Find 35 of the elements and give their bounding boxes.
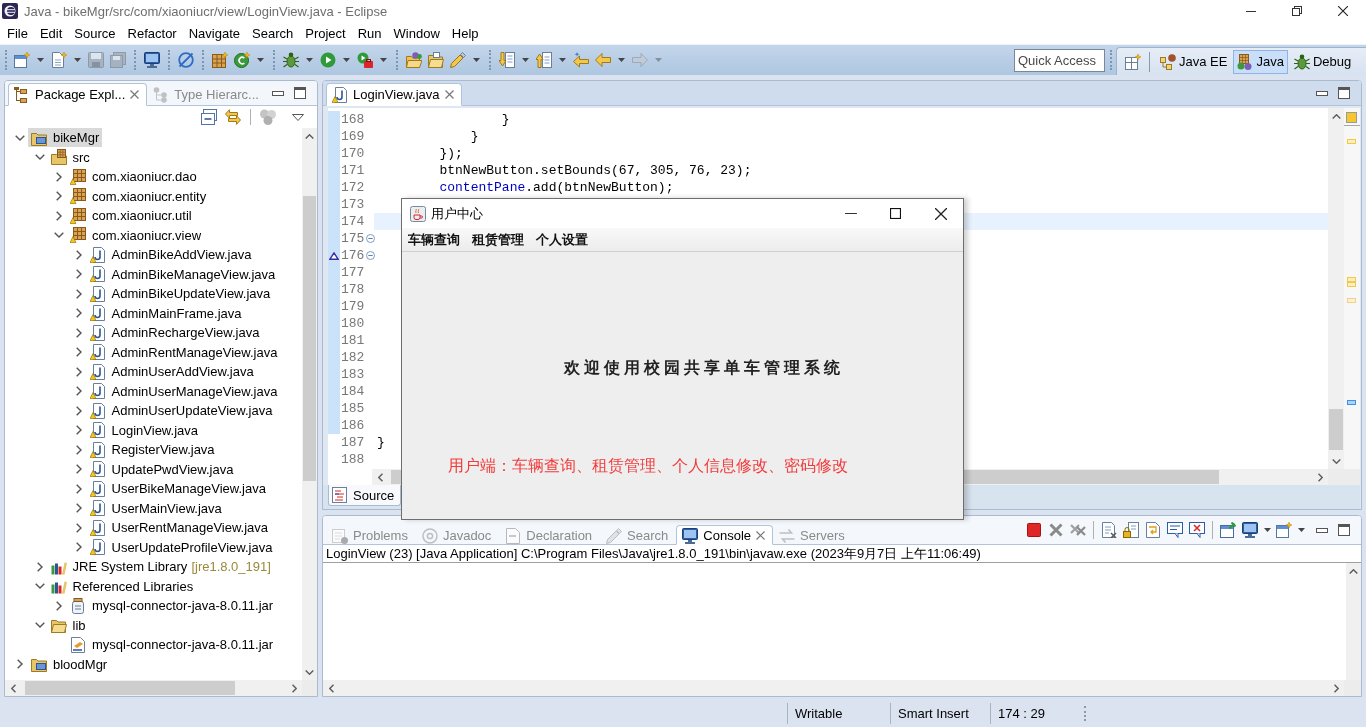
- line-number: 188: [340, 451, 366, 468]
- line-number: 187: [340, 434, 366, 451]
- line-number: 182: [340, 349, 366, 366]
- line-number: 176: [340, 247, 366, 264]
- code-line: contentPane.add(btnNewButton);: [439, 180, 674, 195]
- line-number: 170: [340, 145, 366, 162]
- dialog-title: 用户中心: [431, 204, 483, 223]
- window-title: Java - bikeMgr/src/com/xiaoniucr/view/LoginView.java - Eclipse: [24, 3, 388, 19]
- line-number: 175: [340, 230, 366, 247]
- line-number: 172: [340, 179, 366, 196]
- status-text: Smart Insert: [898, 706, 969, 721]
- code-line: }: [470, 129, 479, 144]
- line-number: 185: [340, 400, 366, 417]
- code-line: });: [439, 146, 463, 161]
- line-number: 168: [340, 111, 366, 128]
- line-number: 169: [340, 128, 366, 145]
- line-number: 179: [340, 298, 366, 315]
- line-number: 186: [340, 417, 366, 434]
- line-number: 171: [340, 162, 366, 179]
- code-line: }: [377, 435, 385, 450]
- status-text: 174 : 29: [998, 706, 1045, 721]
- line-number: 183: [340, 366, 366, 383]
- line-number: 174: [340, 213, 366, 230]
- status-text: Writable: [795, 706, 843, 721]
- line-number: 180: [340, 315, 366, 332]
- process-label: LoginView (23) [Java Application] C:\Program Files\Java\jre1.8.0_191\bin\javaw.exe (2023年9月7日 上午11:06:49): [326, 545, 981, 562]
- feature-summary: 用户端：车辆查询、租赁管理、个人信息修改、密码修改: [448, 456, 848, 476]
- line-number: 177: [340, 264, 366, 281]
- line-number: 181: [340, 332, 366, 349]
- line-number: 184: [340, 383, 366, 400]
- code-line: }: [501, 112, 510, 127]
- welcome-heading: 欢迎使用校园共享单车管理系统: [564, 358, 844, 378]
- line-number: 173: [340, 196, 366, 213]
- line-number: 178: [340, 281, 366, 298]
- code-line: btnNewButton.setBounds(67, 305, 76, 23);: [439, 163, 752, 178]
